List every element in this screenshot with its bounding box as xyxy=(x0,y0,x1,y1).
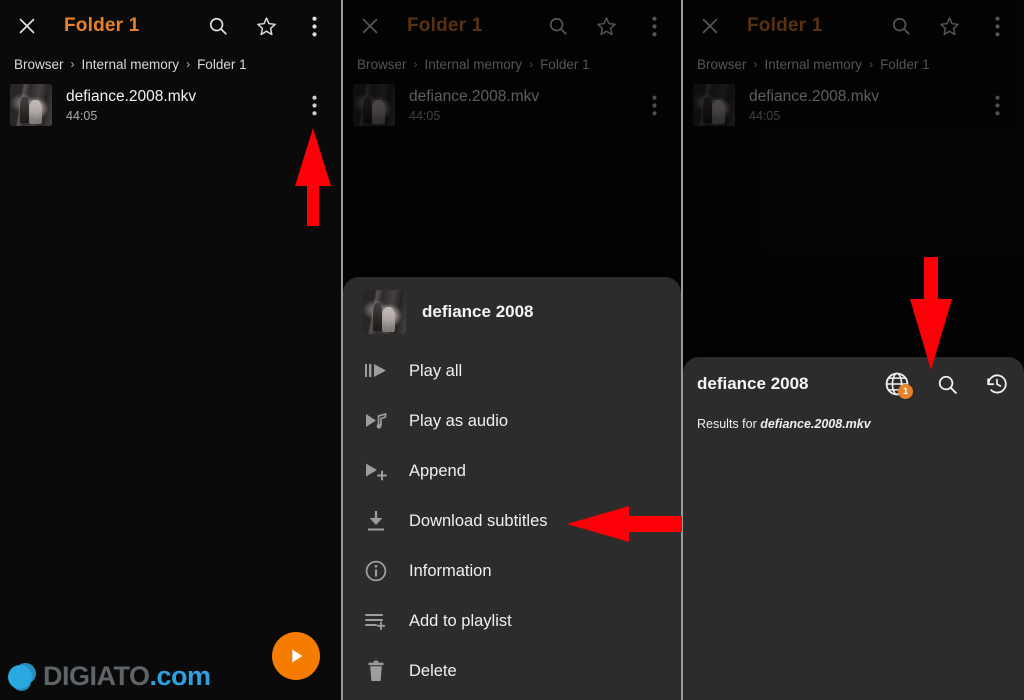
menu-item-play-all[interactable]: Play all xyxy=(343,346,681,396)
watermark-digiato: DIGIATO.com xyxy=(8,661,211,692)
breadcrumb-item-2[interactable]: Folder 1 xyxy=(880,57,930,72)
breadcrumb-item-1[interactable]: Internal memory xyxy=(425,57,523,72)
globe-badge-count: 1 xyxy=(898,384,913,399)
file-name: defiance.2008.mkv xyxy=(409,87,540,105)
close-icon[interactable] xyxy=(697,13,723,39)
breadcrumb-item-1[interactable]: Internal memory xyxy=(765,57,863,72)
play-icon xyxy=(292,649,303,663)
star-icon[interactable] xyxy=(253,13,279,39)
file-overflow-menu-icon[interactable] xyxy=(301,92,327,118)
download-subtitles-icon xyxy=(363,508,389,534)
menu-item-play-as-audio[interactable]: Play as audio xyxy=(343,396,681,446)
menu-item-append[interactable]: Append xyxy=(343,446,681,496)
close-icon[interactable] xyxy=(14,13,40,39)
context-menu-sheet: defiance 2008 Play all Play as audio App… xyxy=(343,277,681,700)
dialog-header: defiance 2008 1 xyxy=(683,357,1024,399)
page-title: Folder 1 xyxy=(407,15,483,36)
breadcrumb-separator-icon-2: › xyxy=(529,57,534,71)
breadcrumb-item-2[interactable]: Folder 1 xyxy=(540,57,590,72)
overflow-menu-icon[interactable] xyxy=(301,13,327,39)
breadcrumb-separator-icon: › xyxy=(413,57,418,71)
breadcrumb: Browser › Internal memory › Folder 1 xyxy=(0,52,341,76)
menu-item-label: Add to playlist xyxy=(409,611,512,630)
menu-item-label: Information xyxy=(409,561,492,580)
globe-icon[interactable]: 1 xyxy=(884,371,913,399)
play-all-icon xyxy=(363,358,389,384)
star-icon[interactable] xyxy=(936,13,962,39)
menu-item-label: Play all xyxy=(409,361,463,380)
file-duration: 44:05 xyxy=(66,109,98,124)
information-icon xyxy=(363,558,389,584)
breadcrumb-item-2[interactable]: Folder 1 xyxy=(197,57,247,72)
panel-file-browser: Folder 1 Browser › Internal memory › Fol… xyxy=(0,0,341,700)
breadcrumb: Browser › Internal memory › Folder 1 xyxy=(683,52,1024,76)
file-duration: 44:05 xyxy=(749,109,781,124)
file-thumbnail xyxy=(10,84,52,126)
file-list-item[interactable]: defiance.2008.mkv 44:05 xyxy=(343,76,681,134)
panel-context-menu: Folder 1 Browser › Internal memory › Fol… xyxy=(341,0,683,700)
digiato-logo-icon xyxy=(8,662,36,691)
context-menu-header: defiance 2008 xyxy=(343,277,681,346)
file-meta: defiance.2008.mkv 44:05 xyxy=(66,87,287,123)
context-menu-thumbnail xyxy=(362,290,406,334)
breadcrumb: Browser › Internal memory › Folder 1 xyxy=(343,52,681,76)
context-menu-title: defiance 2008 xyxy=(422,302,534,321)
file-duration: 44:05 xyxy=(409,109,441,124)
play-as-audio-icon xyxy=(363,408,389,434)
search-icon[interactable] xyxy=(934,371,960,397)
breadcrumb-item-0[interactable]: Browser xyxy=(14,57,64,72)
add-to-playlist-icon xyxy=(363,608,389,634)
breadcrumb-item-1[interactable]: Internal memory xyxy=(82,57,180,72)
panel-subtitle-search: Folder 1 Browser › Internal memory › Fol… xyxy=(683,0,1024,700)
file-list-item[interactable]: defiance.2008.mkv 44:05 xyxy=(0,76,341,134)
breadcrumb-separator-icon: › xyxy=(753,57,758,71)
app-bar-3: Folder 1 xyxy=(683,0,1024,52)
results-label: Results for defiance.2008.mkv xyxy=(697,417,871,431)
overflow-menu-icon[interactable] xyxy=(641,13,667,39)
arrow-to-overflow-menu xyxy=(292,128,334,226)
breadcrumb-item-0[interactable]: Browser xyxy=(697,57,747,72)
arrow-to-download-subtitles xyxy=(567,503,682,545)
breadcrumb-separator-icon: › xyxy=(70,57,75,71)
screenshot-root: Folder 1 Browser › Internal memory › Fol… xyxy=(0,0,1024,700)
menu-item-label: Play as audio xyxy=(409,411,509,430)
file-overflow-menu-icon[interactable] xyxy=(984,92,1010,118)
page-title: Folder 1 xyxy=(64,15,140,36)
breadcrumb-separator-icon-2: › xyxy=(186,57,191,71)
arrow-to-globe-icon xyxy=(903,257,959,370)
append-icon xyxy=(363,458,389,484)
page-title: Folder 1 xyxy=(747,15,823,36)
dialog-title: defiance 2008 xyxy=(697,374,809,393)
app-bar: Folder 1 xyxy=(0,0,341,52)
menu-item-add-to-playlist[interactable]: Add to playlist xyxy=(343,596,681,646)
menu-item-label: Delete xyxy=(409,661,457,680)
menu-item-information[interactable]: Information xyxy=(343,546,681,596)
overflow-menu-icon[interactable] xyxy=(984,13,1010,39)
play-fab-button[interactable] xyxy=(272,632,320,680)
breadcrumb-separator-icon-2: › xyxy=(869,57,874,71)
file-list-item[interactable]: defiance.2008.mkv 44:05 xyxy=(683,76,1024,134)
menu-item-delete[interactable]: Delete xyxy=(343,646,681,696)
search-icon[interactable] xyxy=(205,13,231,39)
subtitle-search-dialog: defiance 2008 1 Results for defiance.200… xyxy=(683,357,1024,700)
file-name: defiance.2008.mkv xyxy=(66,87,197,105)
star-icon[interactable] xyxy=(593,13,619,39)
file-thumbnail xyxy=(693,84,735,126)
menu-item-label: Download subtitles xyxy=(409,511,548,530)
close-icon[interactable] xyxy=(357,13,383,39)
file-name: defiance.2008.mkv xyxy=(749,87,880,105)
breadcrumb-item-0[interactable]: Browser xyxy=(357,57,407,72)
menu-item-label: Append xyxy=(409,461,466,480)
delete-icon xyxy=(363,658,389,684)
watermark-text: DIGIATO.com xyxy=(43,661,211,691)
app-bar-2: Folder 1 xyxy=(343,0,681,52)
search-icon[interactable] xyxy=(545,13,571,39)
results-filename: defiance.2008.mkv xyxy=(760,417,871,431)
history-icon[interactable] xyxy=(984,371,1010,397)
file-overflow-menu-icon[interactable] xyxy=(641,92,667,118)
search-icon[interactable] xyxy=(888,13,914,39)
file-thumbnail xyxy=(353,84,395,126)
